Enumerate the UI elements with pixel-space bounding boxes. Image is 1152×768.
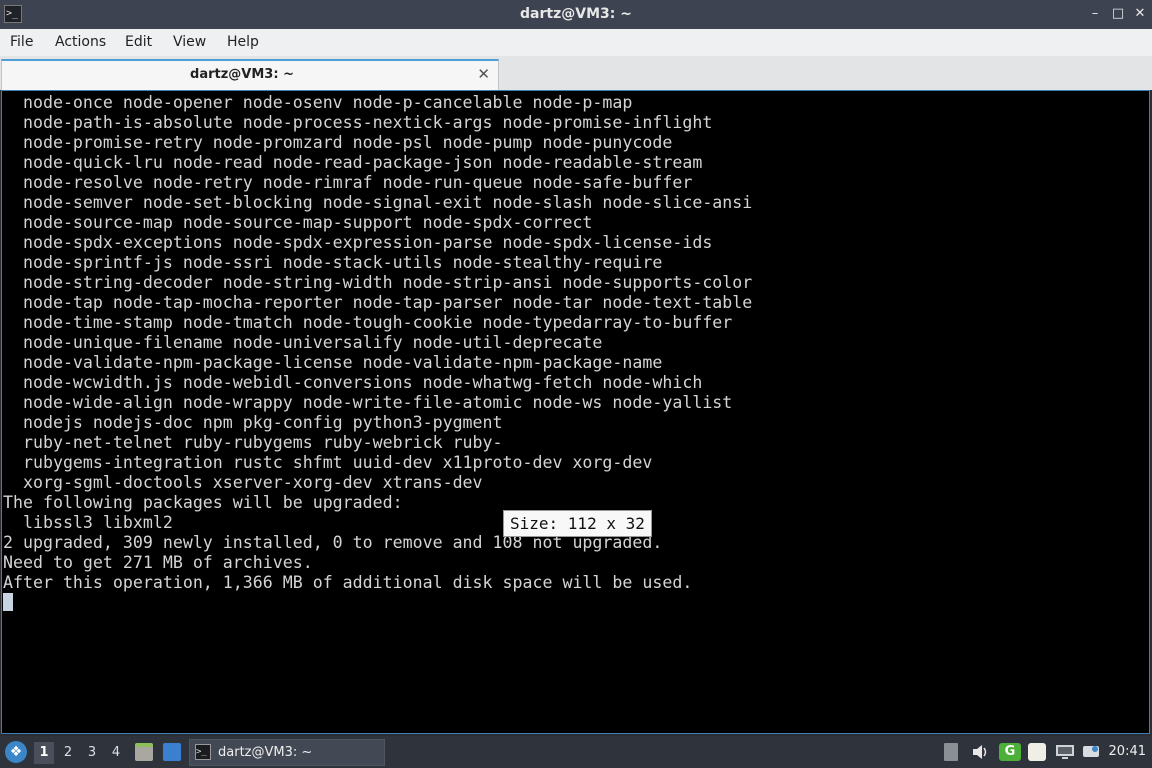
workspace-2[interactable]: 2 [58, 742, 78, 764]
terminal-line: node-unique-filename node-universalify n… [3, 333, 603, 352]
taskbar-task-terminal[interactable]: >_ dartz@VM3: ~ [189, 739, 385, 766]
tab-close-icon[interactable]: ✕ [477, 61, 490, 87]
terminal-line: node-quick-lru node-read node-read-packa… [3, 153, 703, 172]
terminal-line: xorg-sgml-doctools xserver-xorg-dev xtra… [3, 473, 483, 492]
workspace-4[interactable]: 4 [106, 742, 126, 764]
terminal-line: node-once node-opener node-osenv node-p-… [3, 93, 633, 112]
workspace-1[interactable]: 1 [34, 742, 54, 764]
terminal-line: node-string-decoder node-string-width no… [3, 273, 753, 292]
notifications-icon[interactable] [1082, 743, 1100, 761]
start-menu-icon[interactable]: ❖ [5, 741, 27, 763]
terminal-line: node-source-map node-source-map-support … [3, 213, 593, 232]
menu-help[interactable]: Help [226, 29, 260, 56]
clipboard-icon[interactable] [1028, 743, 1046, 761]
tab-bar: dartz@VM3: ~ ✕ [0, 56, 1152, 90]
window-titlebar[interactable]: >_ dartz@VM3: ~ – □ ✕ [0, 0, 1152, 29]
terminal-line: nodejs nodejs-doc npm pkg-config python3… [3, 413, 503, 432]
network-icon[interactable] [1055, 743, 1075, 761]
menu-edit[interactable]: Edit [124, 29, 153, 56]
terminal-task-icon: >_ [195, 744, 211, 760]
task-label: dartz@VM3: ~ [218, 745, 313, 760]
terminal-line: node-validate-npm-package-license node-v… [3, 353, 663, 372]
terminal-line: node-path-is-absolute node-process-nexti… [3, 113, 713, 132]
terminal-line: node-wide-align node-wrappy node-write-f… [3, 393, 733, 412]
clock: 20:41 [1108, 744, 1146, 759]
show-desktop-icon[interactable] [163, 743, 181, 761]
terminal-cursor [3, 593, 13, 611]
terminal-line: After this operation, 1,366 MB of additi… [3, 573, 693, 592]
terminal-line: node-resolve node-retry node-rimraf node… [3, 173, 693, 192]
menu-bar: File Actions Edit View Help [0, 29, 1152, 57]
terminal-line: node-promise-retry node-promzard node-ps… [3, 133, 673, 152]
terminal-line: node-spdx-exceptions node-spdx-expressio… [3, 233, 713, 252]
terminal-line: node-tap node-tap-mocha-reporter node-ta… [3, 293, 753, 312]
terminal-line: node-sprintf-js node-ssri node-stack-uti… [3, 253, 663, 272]
terminal-line: Need to get 271 MB of archives. [3, 553, 313, 572]
guake-icon[interactable]: G [999, 743, 1021, 761]
window-title: dartz@VM3: ~ [520, 6, 632, 22]
menu-file[interactable]: File [9, 29, 34, 56]
close-icon[interactable]: ✕ [1132, 6, 1148, 22]
maximize-icon[interactable]: □ [1110, 6, 1126, 22]
terminal-line: rubygems-integration rustc shfmt uuid-de… [3, 453, 653, 472]
tab-label: dartz@VM3: ~ [190, 67, 294, 82]
taskbar: ❖ 1 2 3 4 >_ dartz@VM3: ~ G 20:41 [0, 736, 1152, 768]
terminal-output[interactable]: node-once node-opener node-osenv node-p-… [1, 90, 1150, 734]
volume-icon[interactable] [971, 743, 989, 761]
terminal-line: node-time-stamp node-tmatch node-tough-c… [3, 313, 733, 332]
terminal-line: ruby-net-telnet ruby-rubygems ruby-webri… [3, 433, 503, 452]
terminal-tab[interactable]: dartz@VM3: ~ ✕ [1, 59, 499, 90]
menu-view[interactable]: View [172, 29, 207, 56]
terminal-line: node-semver node-set-blocking node-signa… [3, 193, 753, 212]
updates-icon[interactable] [944, 743, 958, 761]
menu-actions[interactable]: Actions [54, 29, 107, 56]
file-manager-icon[interactable] [135, 743, 153, 761]
terminal-line: node-wcwidth.js node-webidl-conversions … [3, 373, 703, 392]
workspace-3[interactable]: 3 [82, 742, 102, 764]
size-tooltip: Size: 112 x 32 [503, 510, 652, 537]
minimize-icon[interactable]: – [1087, 6, 1103, 22]
